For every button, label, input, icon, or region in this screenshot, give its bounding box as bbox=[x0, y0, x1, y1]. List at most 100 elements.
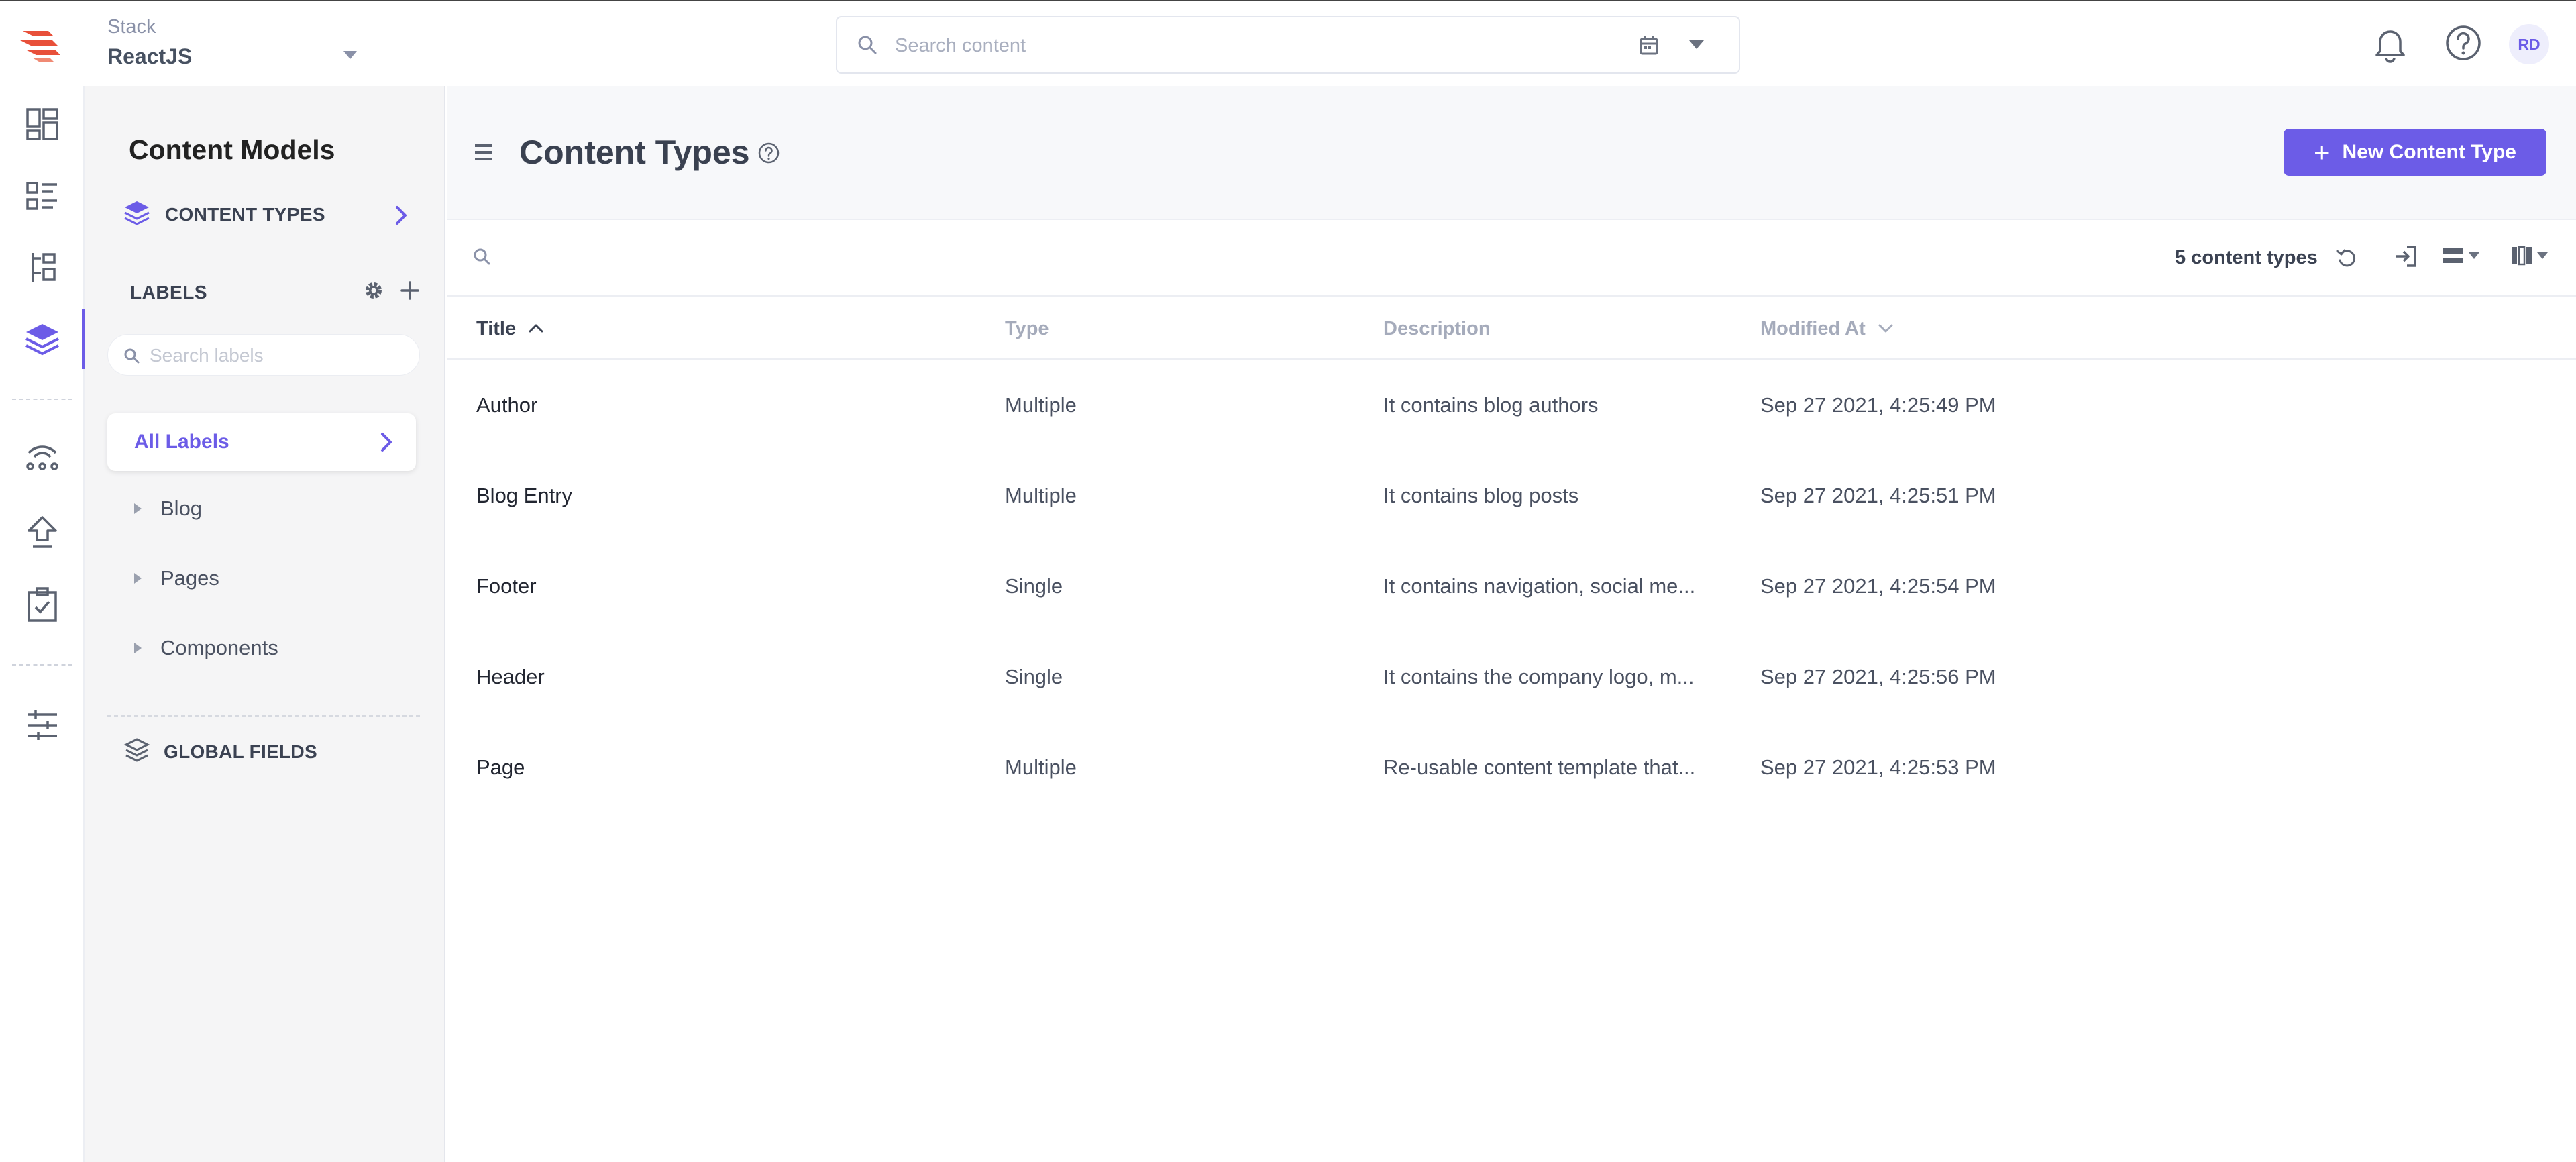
column-header-type[interactable]: Type bbox=[1005, 318, 1049, 340]
user-avatar[interactable]: RD bbox=[2509, 24, 2549, 64]
page-title: Content Types bbox=[519, 134, 750, 171]
tasks-icon[interactable] bbox=[20, 582, 64, 627]
cell-modified-at: Sep 27 2021, 4:25:56 PM bbox=[1760, 665, 1996, 688]
chevron-down-icon[interactable] bbox=[343, 51, 357, 59]
import-icon[interactable] bbox=[2392, 243, 2419, 273]
sidebar-divider bbox=[107, 715, 420, 717]
sidebar-label-blog[interactable]: Blog bbox=[134, 495, 202, 522]
hamburger-menu-icon[interactable] bbox=[472, 142, 495, 166]
calendar-icon[interactable] bbox=[1635, 32, 1662, 62]
cell-modified-at: Sep 27 2021, 4:25:49 PM bbox=[1760, 393, 1996, 417]
bell-icon[interactable] bbox=[2368, 21, 2412, 69]
entries-icon[interactable] bbox=[20, 174, 64, 219]
expand-caret-icon[interactable] bbox=[134, 573, 142, 584]
search-icon bbox=[856, 34, 879, 60]
columns-icon bbox=[2512, 246, 2532, 266]
column-header-title[interactable]: Title bbox=[476, 318, 545, 340]
cell-title[interactable]: Header bbox=[476, 665, 973, 689]
row-density-dropdown[interactable] bbox=[2442, 244, 2479, 267]
chevron-down-icon bbox=[2537, 252, 2548, 259]
sort-toggle-icon[interactable] bbox=[1876, 318, 1895, 340]
column-header-label: Title bbox=[476, 318, 517, 339]
table-search-input[interactable] bbox=[500, 242, 1440, 274]
sidebar-item-all-labels[interactable]: All Labels bbox=[107, 413, 416, 471]
search-filter-dropdown-icon[interactable] bbox=[1689, 40, 1704, 49]
dashboard-icon[interactable] bbox=[20, 102, 64, 146]
cell-type: Multiple bbox=[1005, 484, 1077, 507]
global-search[interactable] bbox=[836, 16, 1740, 74]
label-name: Components bbox=[160, 636, 278, 659]
app-nav-rail bbox=[0, 86, 85, 1162]
expand-caret-icon[interactable] bbox=[134, 643, 142, 653]
table-row[interactable]: Author Multiple It contains blog authors… bbox=[447, 360, 2576, 450]
cell-description: It contains blog authors bbox=[1383, 393, 1599, 417]
cell-title[interactable]: Author bbox=[476, 393, 973, 417]
gear-icon[interactable] bbox=[361, 278, 386, 307]
global-search-input[interactable] bbox=[895, 30, 1566, 62]
content-models-icon[interactable] bbox=[20, 317, 64, 361]
sort-ascending-icon[interactable] bbox=[527, 318, 545, 340]
cell-title[interactable]: Blog Entry bbox=[476, 484, 973, 508]
all-labels-label: All Labels bbox=[134, 431, 229, 453]
chevron-right-icon bbox=[392, 204, 411, 230]
cell-modified-at: Sep 27 2021, 4:25:54 PM bbox=[1760, 574, 1996, 598]
chevron-down-icon bbox=[2469, 252, 2479, 259]
help-icon[interactable] bbox=[757, 141, 781, 168]
column-selector-dropdown[interactable] bbox=[2510, 244, 2548, 267]
table-row[interactable]: Blog Entry Multiple It contains blog pos… bbox=[447, 450, 2576, 540]
sidebar-item-content-types[interactable]: CONTENT TYPES bbox=[122, 199, 411, 231]
table-row[interactable]: Page Multiple Re-usable content template… bbox=[447, 722, 2576, 812]
cell-title[interactable]: Page bbox=[476, 755, 973, 780]
page-header: Content Types + New Content Type bbox=[447, 86, 2576, 220]
table-row[interactable]: Header Single It contains the company lo… bbox=[447, 631, 2576, 721]
search-icon bbox=[123, 347, 142, 369]
cell-modified-at: Sep 27 2021, 4:25:51 PM bbox=[1760, 484, 1996, 507]
chevron-right-icon bbox=[377, 431, 396, 457]
content-models-sidebar: Content Models CONTENT TYPES LABELS All … bbox=[85, 86, 445, 1162]
rail-divider bbox=[12, 664, 72, 666]
column-header-label: Description bbox=[1383, 318, 1491, 339]
cell-type: Multiple bbox=[1005, 393, 1077, 417]
label-search-input[interactable] bbox=[150, 343, 405, 368]
sidebar-item-global-fields[interactable]: GLOBAL FIELDS bbox=[123, 737, 317, 767]
cell-description: It contains the company logo, m... bbox=[1383, 665, 1695, 688]
stack-label: Stack bbox=[107, 16, 156, 38]
refresh-icon[interactable] bbox=[2334, 246, 2359, 273]
settings-sliders-icon[interactable] bbox=[20, 703, 64, 747]
sidebar-label-components[interactable]: Components bbox=[134, 635, 278, 662]
new-content-type-button[interactable]: + New Content Type bbox=[2284, 129, 2546, 176]
rail-divider bbox=[12, 399, 72, 400]
table-header-row: Title Type Description Modified At bbox=[447, 298, 2576, 360]
density-icon bbox=[2443, 248, 2463, 263]
contentstack-logo-icon[interactable] bbox=[19, 24, 64, 64]
sidebar-title: Content Models bbox=[129, 134, 335, 165]
cell-description: Re-usable content template that... bbox=[1383, 755, 1696, 779]
table-row[interactable]: Footer Single It contains navigation, so… bbox=[447, 541, 2576, 631]
label-search[interactable] bbox=[107, 334, 420, 376]
help-icon[interactable] bbox=[2442, 21, 2485, 68]
publish-queue-icon[interactable] bbox=[20, 510, 64, 554]
add-label-icon[interactable] bbox=[397, 278, 423, 307]
labels-heading: LABELS bbox=[130, 282, 207, 303]
column-header-label: Modified At bbox=[1760, 318, 1866, 339]
label-name: Pages bbox=[160, 566, 219, 590]
top-bar: Stack ReactJS RD bbox=[0, 0, 2576, 86]
webhooks-icon[interactable] bbox=[20, 435, 64, 479]
cell-type: Single bbox=[1005, 574, 1063, 598]
content-types-label: CONTENT TYPES bbox=[165, 204, 325, 225]
new-content-type-label: New Content Type bbox=[2342, 141, 2516, 163]
sidebar-label-pages[interactable]: Pages bbox=[134, 565, 219, 592]
expand-caret-icon[interactable] bbox=[134, 503, 142, 514]
column-header-label: Type bbox=[1005, 318, 1049, 339]
assets-icon[interactable] bbox=[20, 246, 64, 290]
cell-description: It contains blog posts bbox=[1383, 484, 1579, 507]
cell-title[interactable]: Footer bbox=[476, 574, 973, 598]
column-header-modified-at[interactable]: Modified At bbox=[1760, 318, 1895, 340]
cell-modified-at: Sep 27 2021, 4:25:53 PM bbox=[1760, 755, 1996, 779]
table-toolbar: 5 content types bbox=[447, 221, 2576, 297]
plus-icon: + bbox=[2314, 136, 2330, 168]
column-header-description[interactable]: Description bbox=[1383, 318, 1491, 340]
search-icon bbox=[472, 247, 492, 270]
cell-type: Single bbox=[1005, 665, 1063, 688]
stack-selector[interactable]: ReactJS bbox=[107, 44, 192, 69]
